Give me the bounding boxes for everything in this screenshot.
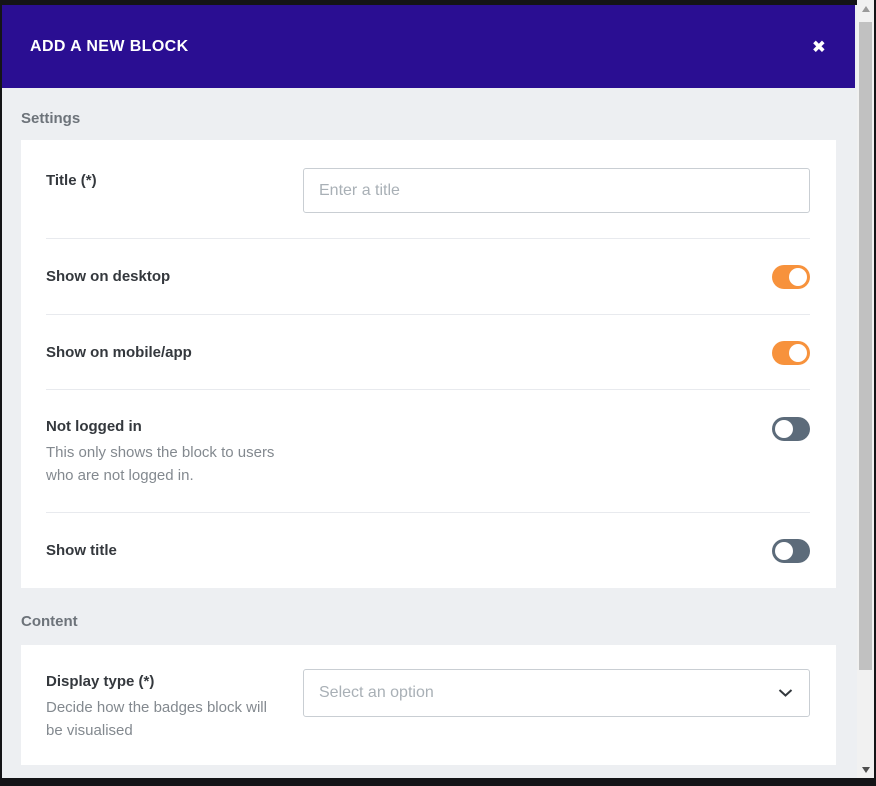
display-type-label: Display type (*) [46,673,155,690]
show-title-row: Show title [21,513,836,588]
add-block-modal-screen: ADD A NEW BLOCK ✖ Settings Title (*) Sho… [0,0,876,786]
title-row: Title (*) [21,140,836,239]
not-logged-in-label: Not logged in [46,418,142,435]
not-logged-in-description: This only shows the block to users who a… [46,444,275,484]
toggle-knob [775,420,793,438]
chevron-down-icon [778,689,793,698]
toggle-knob [789,343,807,362]
vertical-scrollbar [857,0,874,778]
show-title-toggle[interactable] [772,538,810,563]
scroll-up-icon[interactable] [857,0,874,17]
display-type-row: Display type (*) Decide how the badges b… [21,645,836,765]
show-title-label: Show title [46,541,117,559]
select-placeholder: Select an option [319,684,434,701]
display-type-select[interactable]: Select an option [303,669,810,717]
not-logged-in-toggle[interactable] [772,417,810,441]
show-on-mobile-row: Show on mobile/app [21,315,836,390]
not-logged-in-row: Not logged in This only shows the block … [21,390,836,513]
title-input[interactable] [303,168,810,213]
show-on-desktop-label: Show on desktop [46,268,171,285]
close-icon[interactable]: ✖ [808,34,830,59]
show-on-desktop-toggle[interactable] [772,265,810,289]
page-edge-bottom [0,778,876,786]
show-on-mobile-label: Show on mobile/app [46,343,192,361]
scrollbar-thumb[interactable] [859,22,872,670]
show-on-mobile-toggle[interactable] [772,340,810,365]
modal-header: ADD A NEW BLOCK ✖ [2,5,855,88]
content-card: Display type (*) Decide how the badges b… [21,645,836,765]
title-label: Title (*) [46,172,97,189]
scroll-down-icon[interactable] [857,761,874,778]
toggle-knob [775,541,793,560]
content-section-label: Content [21,613,78,630]
show-on-desktop-row: Show on desktop [21,239,836,315]
display-type-description: Decide how the badges block will be visu… [46,699,267,739]
toggle-knob [789,268,807,286]
modal-title: ADD A NEW BLOCK [30,37,189,55]
settings-card: Title (*) Show on desktop Show on mobile… [21,140,836,588]
settings-section-label: Settings [21,110,81,127]
